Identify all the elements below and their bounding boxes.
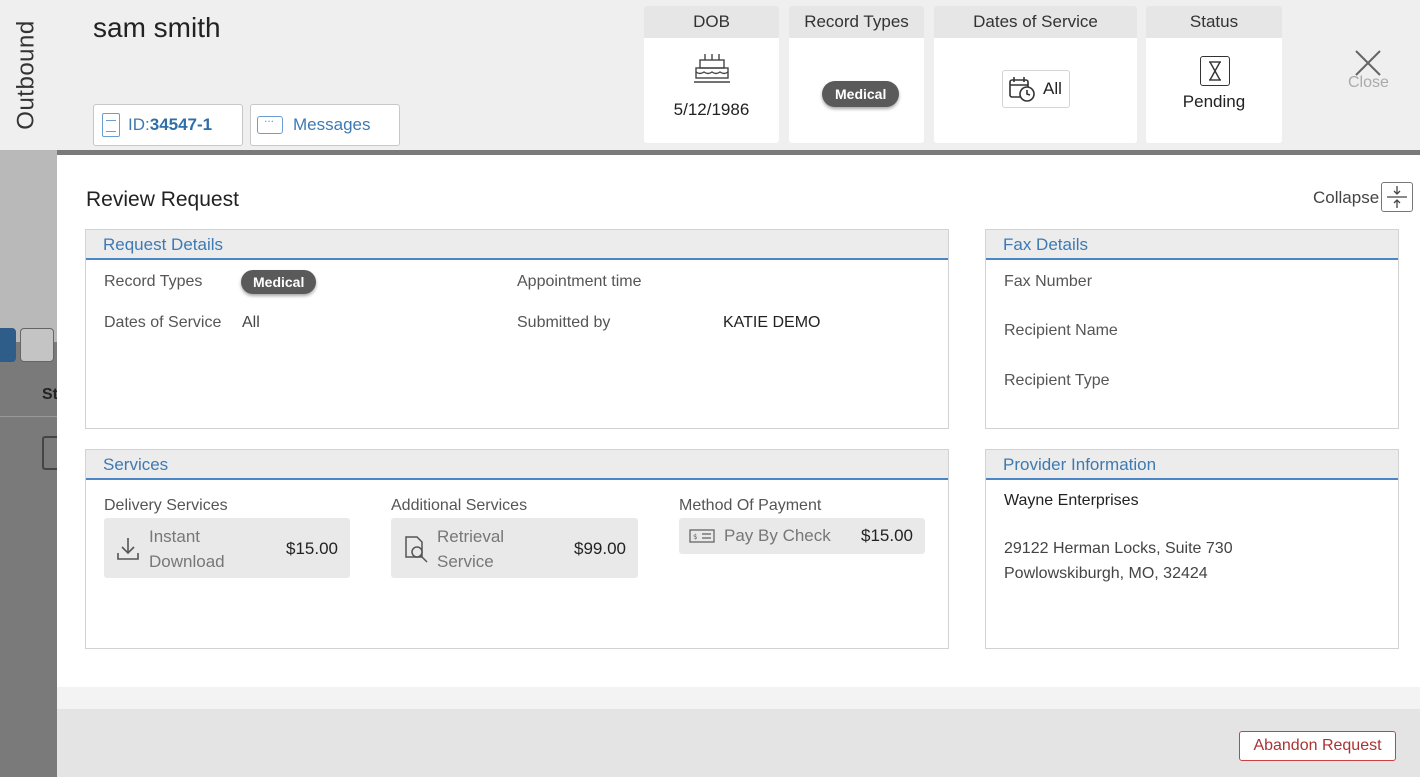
- document-search-icon: [405, 536, 428, 563]
- dates-of-service-label: Dates of Service: [104, 314, 222, 331]
- svg-text:$: $: [693, 533, 697, 541]
- dates-of-service-value: All: [1002, 70, 1070, 108]
- services-title: Services: [86, 450, 948, 480]
- provider-address-line2: Powlowskiburgh, MO, 32424: [1004, 565, 1208, 582]
- messages-label: Messages: [293, 115, 371, 134]
- background-column-header: St: [42, 386, 58, 403]
- review-request-title: Review Request: [86, 188, 239, 211]
- request-details-panel: Request Details Record Types Medical Dat…: [85, 229, 949, 429]
- document-icon: [102, 113, 120, 137]
- messages-button[interactable]: Messages: [250, 104, 400, 146]
- dates-of-service-text: All: [1043, 79, 1062, 98]
- status-value: Pending: [1182, 92, 1246, 111]
- dob-card: DOB 5/12/1986: [644, 6, 779, 143]
- background-page: St: [0, 150, 62, 470]
- payment-method-name: Pay By Check: [724, 526, 831, 545]
- birthday-cake-icon: [694, 54, 730, 83]
- background-divider: [0, 416, 57, 417]
- modal-footer: Abandon Request: [57, 709, 1420, 777]
- provider-address-line1: 29122 Herman Locks, Suite 730: [1004, 540, 1233, 557]
- collapse-label[interactable]: Collapse: [1313, 188, 1379, 208]
- background-button: [0, 328, 16, 362]
- outbound-label: Outbound: [13, 20, 41, 130]
- close-button[interactable]: Close: [1348, 74, 1389, 92]
- dates-of-service-header: Dates of Service: [934, 6, 1137, 38]
- recipient-name-label: Recipient Name: [1004, 322, 1118, 339]
- payment-price: $15.00: [861, 526, 913, 545]
- additional-service-name-line2: Service: [437, 552, 494, 571]
- additional-service-price: $99.00: [574, 539, 626, 558]
- delivery-service-price: $15.00: [286, 539, 338, 558]
- record-type-badge: Medical: [241, 270, 317, 294]
- recipient-type-label: Recipient Type: [1004, 372, 1110, 389]
- record-types-label: Record Types: [104, 273, 203, 290]
- status-header: Status: [1146, 6, 1282, 38]
- id-prefix: ID:: [128, 115, 150, 134]
- fax-details-title: Fax Details: [986, 230, 1398, 260]
- id-value: 34547-1: [149, 115, 213, 134]
- record-type-badge: Medical: [822, 81, 900, 107]
- services-panel: Services Delivery Services Instant Downl…: [85, 449, 949, 649]
- provider-information-title: Provider Information: [986, 450, 1398, 480]
- hourglass-icon: [1200, 56, 1230, 86]
- dates-of-service-card: Dates of Service All: [934, 6, 1137, 143]
- check-payment-icon: $: [689, 529, 715, 543]
- method-of-payment-label: Method Of Payment: [679, 497, 822, 514]
- dob-header: DOB: [644, 6, 779, 38]
- request-details-title: Request Details: [86, 230, 948, 260]
- download-icon: [117, 538, 139, 560]
- appointment-time-label: Appointment time: [517, 273, 642, 290]
- calendar-clock-icon: [1009, 77, 1035, 102]
- background-hourglass-button: [20, 328, 54, 362]
- status-card: Status Pending: [1146, 6, 1282, 143]
- patient-name: sam smith: [93, 12, 221, 43]
- delivery-service-name-line2: Download: [149, 552, 225, 571]
- instant-download-option[interactable]: Instant Download $15.00: [104, 518, 350, 578]
- chat-icon: [257, 111, 283, 134]
- submitted-by-label: Submitted by: [517, 314, 611, 331]
- record-types-card: Record Types Medical: [789, 6, 924, 143]
- collapse-button[interactable]: [1381, 182, 1413, 212]
- pay-by-check-option[interactable]: $ Pay By Check $15.00: [679, 518, 925, 554]
- dates-of-service-value: All: [242, 314, 260, 331]
- dob-value: 5/12/1986: [673, 100, 750, 119]
- delivery-service-name-line1: Instant: [149, 527, 201, 546]
- provider-information-panel: Provider Information Wayne Enterprises 2…: [985, 449, 1399, 649]
- modal-footer-divider: [57, 687, 1420, 709]
- record-types-header: Record Types: [789, 6, 924, 38]
- provider-name: Wayne Enterprises: [1004, 492, 1139, 509]
- submitted-by-value: KATIE DEMO: [723, 314, 821, 331]
- collapse-icon: [1387, 186, 1407, 208]
- provider-address: 29122 Herman Locks, Suite 730 Powlowskib…: [1004, 536, 1233, 586]
- retrieval-service-option[interactable]: Retrieval Service $99.00: [391, 518, 638, 578]
- request-header: Outbound sam smith ID:34547-1 Messages D…: [0, 0, 1420, 150]
- fax-details-panel: Fax Details Fax Number Recipient Name Re…: [985, 229, 1399, 429]
- additional-service-name-line1: Retrieval: [437, 527, 505, 546]
- request-id-button[interactable]: ID: 34547-1: [93, 104, 243, 146]
- abandon-request-button[interactable]: Abandon Request: [1239, 731, 1396, 761]
- additional-services-label: Additional Services: [391, 497, 528, 514]
- fax-number-label: Fax Number: [1004, 273, 1093, 290]
- review-request-modal: Review Request Collapse Request Details …: [57, 155, 1420, 777]
- delivery-services-label: Delivery Services: [104, 497, 228, 514]
